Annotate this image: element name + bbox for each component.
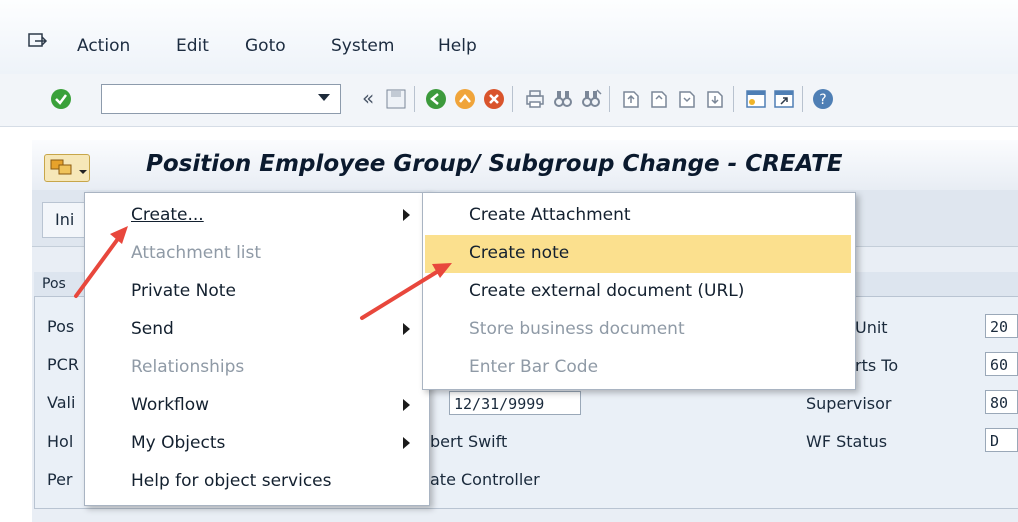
annotation-arrow bbox=[74, 226, 128, 298]
annotation-arrows bbox=[74, 226, 452, 320]
annotation-arrow bbox=[360, 263, 452, 320]
